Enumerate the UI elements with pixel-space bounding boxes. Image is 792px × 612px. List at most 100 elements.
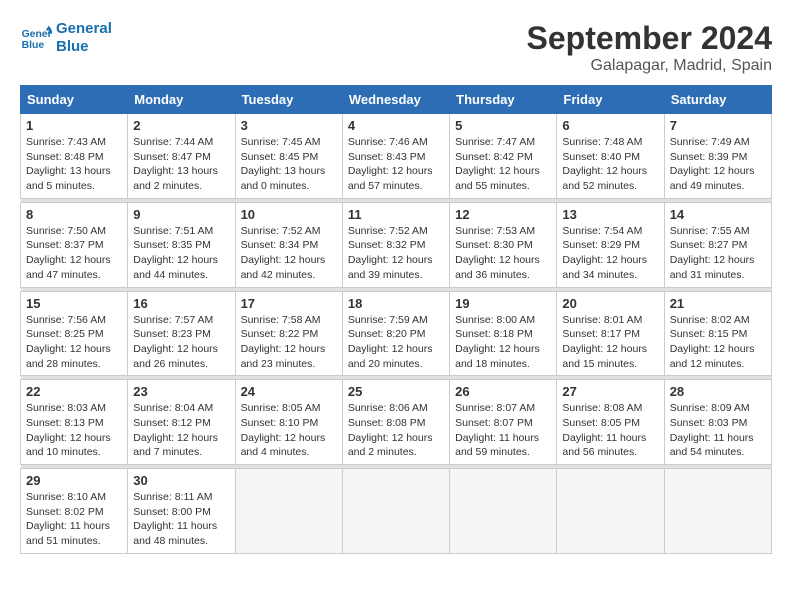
sunset-label: Sunset: 8:35 PM xyxy=(133,239,211,251)
calendar-day-cell: 18 Sunrise: 7:59 AM Sunset: 8:20 PM Dayl… xyxy=(342,291,449,376)
sunrise-label: Sunrise: 7:45 AM xyxy=(241,136,321,148)
calendar-day-cell: 7 Sunrise: 7:49 AM Sunset: 8:39 PM Dayli… xyxy=(664,114,771,199)
day-number: 26 xyxy=(455,384,551,399)
sunset-label: Sunset: 8:29 PM xyxy=(562,239,640,251)
calendar-week-2: 8 Sunrise: 7:50 AM Sunset: 8:37 PM Dayli… xyxy=(21,202,772,287)
calendar-day-cell: 24 Sunrise: 8:05 AM Sunset: 8:10 PM Dayl… xyxy=(235,380,342,465)
weekday-header-row: SundayMondayTuesdayWednesdayThursdayFrid… xyxy=(21,86,772,114)
day-number: 27 xyxy=(562,384,658,399)
day-info: Sunrise: 7:55 AM Sunset: 8:27 PM Dayligh… xyxy=(670,224,766,283)
calendar-week-1: 1 Sunrise: 7:43 AM Sunset: 8:48 PM Dayli… xyxy=(21,114,772,199)
sunset-label: Sunset: 8:23 PM xyxy=(133,328,211,340)
sunset-label: Sunset: 8:27 PM xyxy=(670,239,748,251)
calendar-day-cell: 26 Sunrise: 8:07 AM Sunset: 8:07 PM Dayl… xyxy=(450,380,557,465)
day-number: 18 xyxy=(348,296,444,311)
month-title: September 2024 xyxy=(527,20,772,57)
day-number: 23 xyxy=(133,384,229,399)
daylight-label: Daylight: 12 hours and 57 minutes. xyxy=(348,165,433,192)
daylight-label: Daylight: 12 hours and 55 minutes. xyxy=(455,165,540,192)
daylight-label: Daylight: 12 hours and 15 minutes. xyxy=(562,343,647,370)
sunrise-label: Sunrise: 8:10 AM xyxy=(26,491,106,503)
logo-line2: Blue xyxy=(56,38,112,56)
calendar-day-cell: 22 Sunrise: 8:03 AM Sunset: 8:13 PM Dayl… xyxy=(21,380,128,465)
daylight-label: Daylight: 12 hours and 12 minutes. xyxy=(670,343,755,370)
day-info: Sunrise: 8:03 AM Sunset: 8:13 PM Dayligh… xyxy=(26,401,122,460)
sunset-label: Sunset: 8:10 PM xyxy=(241,417,319,429)
sunrise-label: Sunrise: 7:55 AM xyxy=(670,225,750,237)
day-number: 25 xyxy=(348,384,444,399)
sunrise-label: Sunrise: 7:47 AM xyxy=(455,136,535,148)
logo: General Blue General Blue xyxy=(20,20,112,56)
sunset-label: Sunset: 8:43 PM xyxy=(348,151,426,163)
daylight-label: Daylight: 11 hours and 51 minutes. xyxy=(26,520,110,547)
day-number: 10 xyxy=(241,207,337,222)
sunset-label: Sunset: 8:37 PM xyxy=(26,239,104,251)
sunset-label: Sunset: 8:00 PM xyxy=(133,506,211,518)
sunset-label: Sunset: 8:08 PM xyxy=(348,417,426,429)
day-info: Sunrise: 8:04 AM Sunset: 8:12 PM Dayligh… xyxy=(133,401,229,460)
sunrise-label: Sunrise: 7:44 AM xyxy=(133,136,213,148)
sunset-label: Sunset: 8:22 PM xyxy=(241,328,319,340)
sunrise-label: Sunrise: 8:06 AM xyxy=(348,402,428,414)
day-info: Sunrise: 7:52 AM Sunset: 8:32 PM Dayligh… xyxy=(348,224,444,283)
day-info: Sunrise: 7:53 AM Sunset: 8:30 PM Dayligh… xyxy=(455,224,551,283)
day-info: Sunrise: 7:50 AM Sunset: 8:37 PM Dayligh… xyxy=(26,224,122,283)
sunset-label: Sunset: 8:02 PM xyxy=(26,506,104,518)
day-number: 5 xyxy=(455,118,551,133)
calendar-day-cell: 11 Sunrise: 7:52 AM Sunset: 8:32 PM Dayl… xyxy=(342,202,449,287)
sunset-label: Sunset: 8:25 PM xyxy=(26,328,104,340)
calendar-day-cell xyxy=(664,469,771,554)
sunset-label: Sunset: 8:30 PM xyxy=(455,239,533,251)
sunset-label: Sunset: 8:18 PM xyxy=(455,328,533,340)
day-number: 14 xyxy=(670,207,766,222)
day-info: Sunrise: 8:08 AM Sunset: 8:05 PM Dayligh… xyxy=(562,401,658,460)
weekday-header-tuesday: Tuesday xyxy=(235,86,342,114)
calendar-day-cell: 16 Sunrise: 7:57 AM Sunset: 8:23 PM Dayl… xyxy=(128,291,235,376)
sunrise-label: Sunrise: 8:11 AM xyxy=(133,491,212,503)
title-block: September 2024 Galapagar, Madrid, Spain xyxy=(527,20,772,75)
calendar-day-cell: 14 Sunrise: 7:55 AM Sunset: 8:27 PM Dayl… xyxy=(664,202,771,287)
day-number: 29 xyxy=(26,473,122,488)
weekday-header-sunday: Sunday xyxy=(21,86,128,114)
day-info: Sunrise: 7:51 AM Sunset: 8:35 PM Dayligh… xyxy=(133,224,229,283)
calendar-day-cell: 6 Sunrise: 7:48 AM Sunset: 8:40 PM Dayli… xyxy=(557,114,664,199)
calendar-day-cell: 15 Sunrise: 7:56 AM Sunset: 8:25 PM Dayl… xyxy=(21,291,128,376)
day-number: 12 xyxy=(455,207,551,222)
sunrise-label: Sunrise: 7:58 AM xyxy=(241,314,321,326)
daylight-label: Daylight: 12 hours and 31 minutes. xyxy=(670,254,755,281)
sunset-label: Sunset: 8:47 PM xyxy=(133,151,211,163)
calendar-day-cell: 9 Sunrise: 7:51 AM Sunset: 8:35 PM Dayli… xyxy=(128,202,235,287)
sunrise-label: Sunrise: 8:08 AM xyxy=(562,402,642,414)
sunrise-label: Sunrise: 7:52 AM xyxy=(348,225,428,237)
sunrise-label: Sunrise: 8:03 AM xyxy=(26,402,106,414)
day-info: Sunrise: 7:46 AM Sunset: 8:43 PM Dayligh… xyxy=(348,135,444,194)
daylight-label: Daylight: 11 hours and 54 minutes. xyxy=(670,432,754,459)
day-info: Sunrise: 8:00 AM Sunset: 8:18 PM Dayligh… xyxy=(455,313,551,372)
sunrise-label: Sunrise: 7:52 AM xyxy=(241,225,321,237)
daylight-label: Daylight: 11 hours and 59 minutes. xyxy=(455,432,539,459)
sunrise-label: Sunrise: 7:46 AM xyxy=(348,136,428,148)
day-number: 20 xyxy=(562,296,658,311)
sunset-label: Sunset: 8:34 PM xyxy=(241,239,319,251)
daylight-label: Daylight: 12 hours and 26 minutes. xyxy=(133,343,218,370)
calendar-day-cell: 27 Sunrise: 8:08 AM Sunset: 8:05 PM Dayl… xyxy=(557,380,664,465)
calendar-day-cell: 10 Sunrise: 7:52 AM Sunset: 8:34 PM Dayl… xyxy=(235,202,342,287)
calendar-day-cell: 1 Sunrise: 7:43 AM Sunset: 8:48 PM Dayli… xyxy=(21,114,128,199)
day-info: Sunrise: 7:54 AM Sunset: 8:29 PM Dayligh… xyxy=(562,224,658,283)
weekday-header-friday: Friday xyxy=(557,86,664,114)
daylight-label: Daylight: 13 hours and 2 minutes. xyxy=(133,165,218,192)
logo-icon: General Blue xyxy=(20,24,52,52)
daylight-label: Daylight: 12 hours and 36 minutes. xyxy=(455,254,540,281)
day-number: 3 xyxy=(241,118,337,133)
day-info: Sunrise: 8:09 AM Sunset: 8:03 PM Dayligh… xyxy=(670,401,766,460)
calendar-week-5: 29 Sunrise: 8:10 AM Sunset: 8:02 PM Dayl… xyxy=(21,469,772,554)
day-number: 22 xyxy=(26,384,122,399)
daylight-label: Daylight: 13 hours and 5 minutes. xyxy=(26,165,111,192)
sunrise-label: Sunrise: 7:48 AM xyxy=(562,136,642,148)
day-number: 17 xyxy=(241,296,337,311)
sunset-label: Sunset: 8:12 PM xyxy=(133,417,211,429)
sunrise-label: Sunrise: 7:43 AM xyxy=(26,136,106,148)
daylight-label: Daylight: 11 hours and 56 minutes. xyxy=(562,432,646,459)
day-info: Sunrise: 7:52 AM Sunset: 8:34 PM Dayligh… xyxy=(241,224,337,283)
day-info: Sunrise: 7:43 AM Sunset: 8:48 PM Dayligh… xyxy=(26,135,122,194)
